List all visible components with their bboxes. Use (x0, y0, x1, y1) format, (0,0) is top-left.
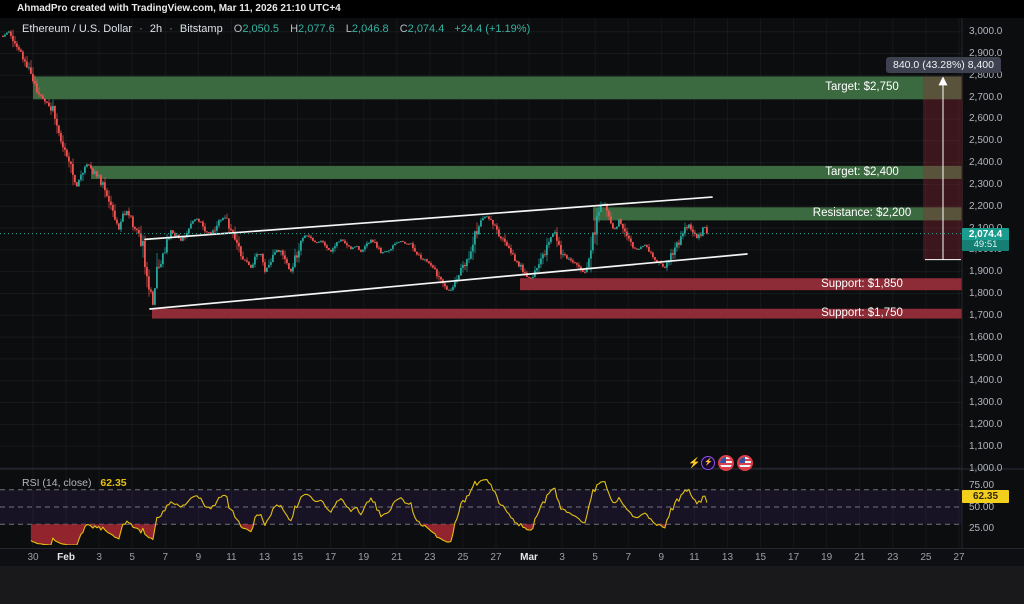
time-axis-label: Mar (520, 552, 538, 563)
us-flag-event-icon[interactable] (718, 455, 734, 471)
zone-label[interactable]: Target: $2,400 (732, 165, 992, 180)
ohlc-close-key: C (400, 23, 408, 35)
zone-label[interactable]: Support: $1,750 (732, 306, 992, 321)
price-axis-label: 1,200.0 (969, 419, 1002, 430)
time-axis-label: 30 (27, 552, 38, 563)
time-axis-label: 17 (325, 552, 336, 563)
time-axis-label: 17 (788, 552, 799, 563)
price-axis-label: 1,000.0 (969, 463, 1002, 474)
legend-separator: · (139, 23, 143, 35)
time-axis-label: 27 (953, 552, 964, 563)
attribution-text: AhmadPro created with TradingView.com, M… (17, 3, 341, 14)
tradingview-chart-window: AhmadPro created with TradingView.com, M… (0, 0, 1024, 604)
legend-separator: · (169, 23, 173, 35)
exchange-label: Bitstamp (180, 23, 223, 35)
measure-tooltip: 840.0 (43.28%) 8,400 (886, 57, 1001, 73)
time-axis-label: 23 (887, 552, 898, 563)
time-axis-label: 3 (559, 552, 565, 563)
rsi-label: RSI (14, close) (22, 477, 91, 489)
time-axis-label: 11 (226, 552, 236, 563)
time-axis-label: 23 (424, 552, 435, 563)
time-axis-label: 25 (920, 552, 931, 563)
us-flag-event-icon[interactable] (737, 455, 753, 471)
rsi-value: 62.35 (100, 477, 126, 489)
time-axis-label: 15 (755, 552, 766, 563)
ohlc-high-value: 2,077.6 (298, 23, 335, 35)
rsi-axis-label: 50.00 (969, 502, 994, 513)
price-axis-label: 1,100.0 (969, 441, 1002, 452)
price-axis-label: 2,600.0 (969, 113, 1002, 124)
ohlc-close-value: 2,074.4 (408, 23, 445, 35)
lightning-icon[interactable]: ⚡ (688, 458, 700, 469)
time-axis-label: 13 (722, 552, 733, 563)
rsi-legend[interactable]: RSI (14, close) 62.35 (22, 477, 127, 489)
bar-countdown: 49:51 (962, 240, 1009, 251)
price-axis-label: 1,900.0 (969, 266, 1002, 277)
event-markers: ⚡ ⚡ (688, 455, 756, 471)
time-axis-label: 15 (292, 552, 303, 563)
price-axis-label: 1,400.0 (969, 375, 1002, 386)
time-axis-label: 19 (821, 552, 832, 563)
time-axis-label: 7 (625, 552, 631, 563)
footer-bar: TradingView (0, 566, 1024, 604)
time-axis-label: 5 (129, 552, 135, 563)
rsi-axis-label: 25.00 (969, 523, 994, 534)
attribution-bar: AhmadPro created with TradingView.com, M… (0, 0, 1024, 18)
time-axis-label: 5 (592, 552, 598, 563)
rsi-value-badge: 62.35 (962, 490, 1009, 503)
zone-label[interactable]: Resistance: $2,200 (732, 206, 992, 221)
ohlc-low-value: 2,046.8 (352, 23, 389, 35)
time-axis-label: 9 (659, 552, 665, 563)
ohlc-open-value: 2,050.5 (242, 23, 279, 35)
price-axis-label: 1,300.0 (969, 397, 1002, 408)
symbol-title: Ethereum / U.S. Dollar (22, 23, 132, 35)
price-axis-label: 1,500.0 (969, 353, 1002, 364)
time-axis-label: 25 (457, 552, 468, 563)
time-axis-label: 7 (162, 552, 168, 563)
price-axis-label: 2,500.0 (969, 135, 1002, 146)
time-axis-label: 11 (689, 552, 699, 563)
zone-label[interactable]: Target: $2,750 (732, 80, 992, 95)
interval-label: 2h (150, 23, 162, 35)
time-axis-label: 27 (490, 552, 501, 563)
last-price-badge: 2,074.4 49:51 (962, 228, 1009, 251)
time-axis-label: 9 (196, 552, 202, 563)
time-axis-label: Feb (57, 552, 75, 563)
time-axis-label: 21 (854, 552, 865, 563)
time-axis-label: 19 (358, 552, 369, 563)
time-axis[interactable] (0, 548, 1024, 566)
price-axis-label: 3,000.0 (969, 26, 1002, 37)
price-axis-label: 2,300.0 (969, 179, 1002, 190)
zone-label[interactable]: Support: $1,850 (732, 277, 992, 292)
symbol-legend[interactable]: Ethereum / U.S. Dollar · 2h · Bitstamp O… (22, 23, 530, 35)
event-lightning-icon[interactable]: ⚡ (701, 456, 715, 470)
time-axis-label: 3 (96, 552, 102, 563)
ohlc-high-key: H (290, 23, 298, 35)
price-axis-label: 1,600.0 (969, 332, 1002, 343)
time-axis-label: 21 (391, 552, 402, 563)
change-value: +24.4 (+1.19%) (454, 23, 530, 35)
time-axis-label: 13 (259, 552, 270, 563)
